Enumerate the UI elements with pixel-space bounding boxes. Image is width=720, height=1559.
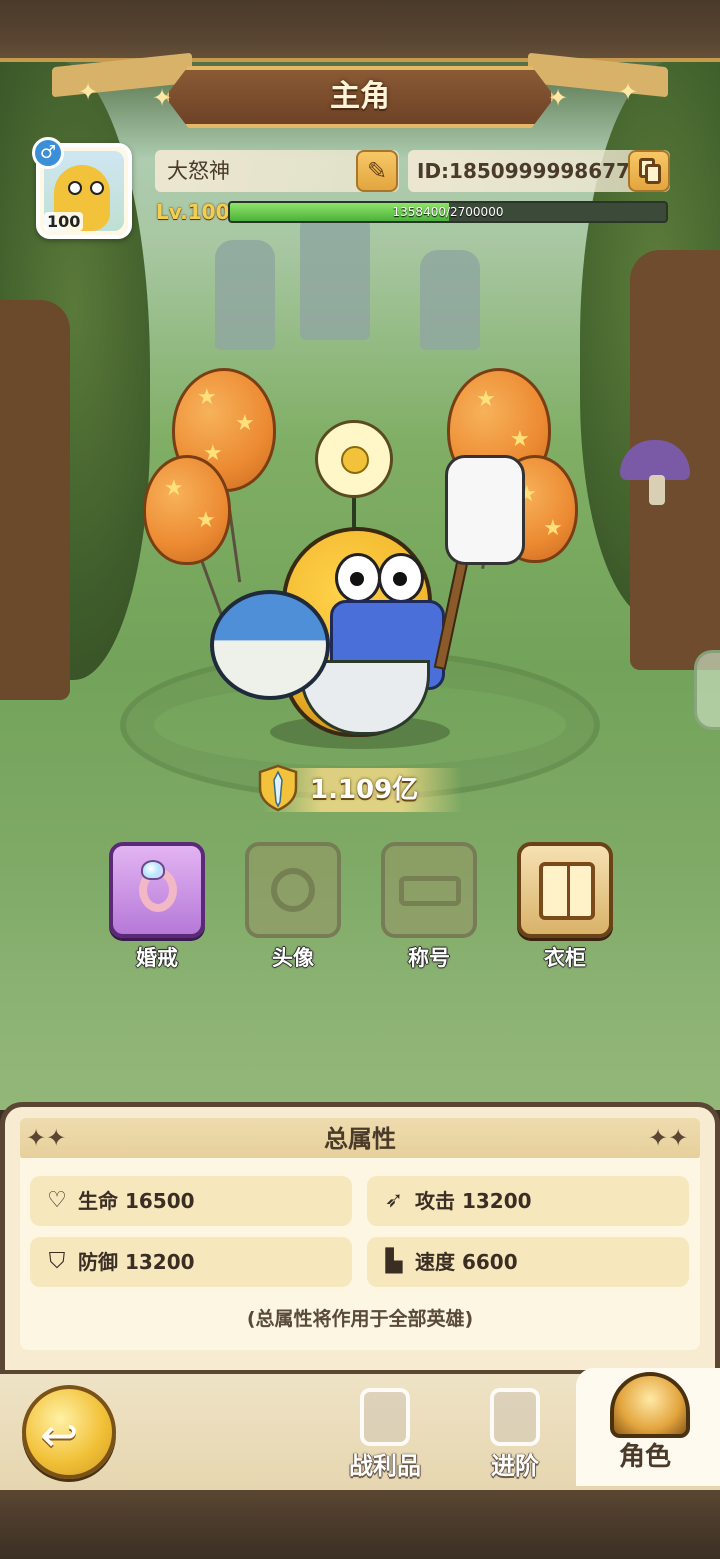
orange-balloon: ★ ★ bbox=[143, 455, 231, 565]
pencil-icon: ✎ bbox=[366, 157, 388, 185]
loot-icon bbox=[360, 1388, 410, 1446]
avatar-frame-icon bbox=[271, 868, 315, 912]
hero-pupil bbox=[350, 572, 364, 586]
wedding-ring-button[interactable] bbox=[109, 842, 205, 938]
wardrobe-label: 衣柜 bbox=[544, 946, 586, 970]
back-arrow-icon: ↩ bbox=[40, 1408, 79, 1462]
tab-character-label: 角色 bbox=[618, 1442, 671, 1472]
title-label: 称号 bbox=[408, 946, 450, 970]
bottom-frame bbox=[0, 1490, 720, 1559]
title-crown-icon bbox=[399, 876, 461, 906]
tab-advance-label: 进阶 bbox=[491, 1452, 539, 1480]
boot-icon: ▙ bbox=[385, 1249, 403, 1274]
background-rock bbox=[420, 250, 480, 350]
wedding-ring-label: 婚戒 bbox=[136, 946, 178, 970]
shield-icon: ⛉ bbox=[48, 1249, 66, 1274]
tab-loot-label: 战利品 bbox=[349, 1452, 421, 1480]
stat-speed: ▙ 速度 6600 bbox=[367, 1237, 689, 1287]
advance-sword-icon bbox=[490, 1388, 540, 1446]
stats-note: (总属性将作用于全部英雄) bbox=[246, 1308, 474, 1330]
title-button[interactable] bbox=[381, 842, 477, 938]
avatar-level: 100 bbox=[44, 212, 84, 231]
flower-center bbox=[341, 446, 369, 474]
copy-icon bbox=[645, 164, 661, 184]
edit-name-button[interactable]: ✎ bbox=[356, 150, 398, 192]
wardrobe-button[interactable] bbox=[517, 842, 613, 938]
sword-power-icon bbox=[258, 764, 298, 812]
background-rock bbox=[215, 240, 275, 350]
hero-pupil bbox=[393, 572, 407, 586]
stat-hp-text: 生命 16500 bbox=[78, 1189, 195, 1213]
combat-power-value: 1.109亿 bbox=[310, 775, 419, 805]
sparkle-icon: ✦✦ bbox=[648, 1124, 689, 1152]
heart-icon: ♡ bbox=[47, 1188, 67, 1213]
tab-loot[interactable]: 战利品 bbox=[330, 1380, 440, 1484]
copy-id-button[interactable] bbox=[628, 150, 670, 192]
stat-defense: ⛉ 防御 13200 bbox=[30, 1237, 352, 1287]
sparkle-icon: ✦✦ bbox=[26, 1124, 67, 1152]
avatar-frame-label: 头像 bbox=[272, 946, 314, 970]
background-rock bbox=[300, 210, 370, 340]
ring-gem-icon bbox=[141, 860, 165, 880]
left-tree-trunk bbox=[0, 300, 70, 700]
attributes-title: 总属性 bbox=[324, 1125, 396, 1153]
sparkle-icon: ✦ bbox=[152, 84, 173, 112]
mushroom-stem bbox=[649, 475, 665, 505]
player-name: 大怒神 bbox=[167, 159, 230, 183]
avatar-eye bbox=[90, 181, 104, 195]
pufferfish-pet bbox=[210, 590, 330, 700]
sparkle-icon: ✦ bbox=[78, 78, 99, 106]
sparkle-icon: ✦ bbox=[618, 78, 639, 106]
player-level: Lv.100 bbox=[156, 200, 230, 224]
avatar-frame-button[interactable] bbox=[245, 842, 341, 938]
exp-progress-text: 1358400/2700000 bbox=[392, 205, 504, 219]
sparkle-icon: ✦ bbox=[548, 84, 569, 112]
attack-claw-icon: ➶ bbox=[384, 1188, 404, 1213]
avatar-eye bbox=[68, 181, 82, 195]
tab-advance[interactable]: 进阶 bbox=[460, 1380, 570, 1484]
stat-attack-text: 攻击 13200 bbox=[415, 1189, 532, 1213]
peace-glove bbox=[445, 455, 525, 565]
side-scroll-tab[interactable] bbox=[694, 650, 720, 730]
stat-attack: ➶ 攻击 13200 bbox=[367, 1176, 689, 1226]
stat-hp: ♡ 生命 16500 bbox=[30, 1176, 352, 1226]
stat-speed-text: 速度 6600 bbox=[415, 1250, 518, 1274]
page-title: 主角 bbox=[330, 79, 390, 114]
gender-male-icon: ♂ bbox=[32, 137, 64, 169]
wardrobe-book-icon bbox=[539, 862, 595, 920]
stat-defense-text: 防御 13200 bbox=[78, 1250, 195, 1274]
top-frame bbox=[0, 0, 720, 62]
player-id: ID:1850999998677 bbox=[417, 159, 630, 183]
